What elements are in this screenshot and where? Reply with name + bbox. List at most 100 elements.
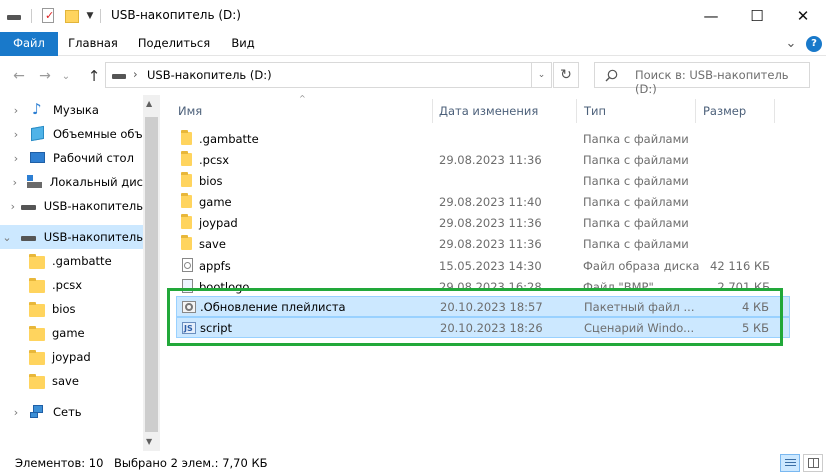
back-arrow-icon: ← <box>13 68 25 84</box>
folder-icon <box>28 301 46 317</box>
properties-icon[interactable]: ✓ <box>40 7 58 25</box>
file-date: 15.05.2023 14:30 <box>439 258 542 273</box>
file-date: 29.08.2023 11:36 <box>439 215 542 230</box>
divider <box>31 9 32 23</box>
file-row[interactable]: save 29.08.2023 11:36 Папка с файлами <box>176 233 790 254</box>
folder-icon <box>181 172 195 187</box>
scroll-up-icon[interactable]: ▲ <box>146 99 152 108</box>
sidebar-item[interactable]: bios <box>0 297 143 321</box>
breadcrumb-item[interactable]: USB-накопитель (D:) <box>147 68 272 82</box>
search-box[interactable]: Поиск в: USB-накопитель (D:) <box>594 62 810 96</box>
scroll-down-icon[interactable]: ▼ <box>146 437 152 446</box>
folder-icon <box>28 373 46 389</box>
column-divider[interactable] <box>695 99 696 123</box>
chevron-right-icon[interactable]: › <box>9 200 17 213</box>
maximize-icon: ☐ <box>750 7 764 25</box>
file-row[interactable]: joypad 29.08.2023 11:36 Папка с файлами <box>176 212 790 233</box>
file-name: appfs <box>199 258 231 273</box>
expand-ribbon-icon[interactable]: ⌄ <box>782 32 800 56</box>
file-name: .gambatte <box>199 131 259 146</box>
file-name: save <box>199 236 226 251</box>
recent-locations-button[interactable]: ⌄ <box>59 66 73 86</box>
details-view-icon <box>785 459 796 468</box>
tab-share[interactable]: Поделиться <box>134 32 214 56</box>
tab-view[interactable]: Вид <box>226 32 260 56</box>
back-button[interactable]: ← <box>9 66 29 86</box>
new-folder-icon[interactable] <box>64 7 82 25</box>
folder-icon <box>181 130 195 145</box>
divider <box>100 9 101 23</box>
chevron-right-icon[interactable]: › <box>9 176 21 189</box>
tab-home[interactable]: Главная <box>62 32 124 56</box>
file-size: 42 116 КБ <box>710 258 770 273</box>
sidebar-item[interactable]: › Рабочий стол <box>0 146 143 170</box>
customize-quick-access-icon[interactable]: ▼ <box>84 7 96 25</box>
chevron-right-icon[interactable]: › <box>9 406 23 419</box>
file-row[interactable]: game 29.08.2023 11:40 Папка с файлами <box>176 191 790 212</box>
up-arrow-icon: ↑ <box>87 67 101 85</box>
file-type: Папка с файлами <box>583 236 689 251</box>
refresh-icon: ↻ <box>560 67 572 83</box>
sidebar-item-label: Сеть <box>53 405 82 419</box>
sidebar-item-label: Музыка <box>53 103 99 117</box>
address-history-button[interactable]: ⌄ <box>531 62 552 88</box>
sidebar-item-label: joypad <box>52 350 91 364</box>
sidebar-item[interactable]: › ♪ Музыка <box>0 98 143 122</box>
sort-ascending-icon: ^ <box>299 94 306 103</box>
sidebar-item-label: .pcsx <box>52 278 83 292</box>
refresh-button[interactable]: ↻ <box>553 62 579 88</box>
sidebar-item[interactable]: save <box>0 369 143 393</box>
file-date: 29.08.2023 11:40 <box>439 194 542 209</box>
sidebar-item[interactable]: .gambatte <box>0 249 143 273</box>
folder-icon <box>181 151 195 166</box>
file-date: 29.08.2023 11:36 <box>439 152 542 167</box>
chevron-right-icon[interactable]: › <box>9 128 23 141</box>
column-divider[interactable] <box>576 99 577 123</box>
column-header-size[interactable]: Размер <box>703 99 746 123</box>
sidebar-item-label: USB-накопитель <box>43 230 143 244</box>
column-header-name[interactable]: Имя <box>178 99 202 123</box>
selection-info: Выбрано 2 элем.: 7,70 КБ <box>114 456 268 470</box>
sidebar-item-label: Рабочий стол <box>53 151 134 165</box>
sidebar-item[interactable]: › Локальный дис <box>0 170 143 194</box>
chevron-down-icon: ⌄ <box>537 70 546 80</box>
close-button[interactable]: ✕ <box>780 0 826 32</box>
sidebar-item[interactable]: › Объемные объ <box>0 122 143 146</box>
forward-button[interactable]: → <box>35 66 55 86</box>
tab-file[interactable]: Файл <box>0 32 58 56</box>
minimize-button[interactable]: — <box>688 0 734 32</box>
maximize-button[interactable]: ☐ <box>734 0 780 32</box>
file-row[interactable]: .gambatte Папка с файлами <box>176 128 790 149</box>
details-view-button[interactable] <box>780 454 800 472</box>
navigation-pane: › ♪ Музыка › Объемные объ › Рабочий стол › Локал… <box>0 95 160 451</box>
large-icons-view-button[interactable] <box>803 454 823 472</box>
sidebar-item[interactable]: ⌄ USB-накопитель <box>0 225 143 249</box>
column-header-date[interactable]: Дата изменения <box>439 99 538 123</box>
sidebar-item-label: USB-накопитель <box>43 199 143 213</box>
sidebar-item[interactable]: › USB-накопитель <box>0 194 143 218</box>
scrollbar-thumb[interactable] <box>145 117 158 432</box>
sidebar-item[interactable]: .pcsx <box>0 273 143 297</box>
window-title: USB-накопитель (D:) <box>111 8 241 22</box>
sidebar-item[interactable]: game <box>0 321 143 345</box>
file-name: bios <box>199 173 223 188</box>
file-type: Папка с файлами <box>583 152 689 167</box>
column-header-type[interactable]: Тип <box>584 99 606 123</box>
file-row[interactable]: appfs 15.05.2023 14:30 Файл образа диска 42… <box>176 255 790 276</box>
chevron-down-icon: ⌄ <box>61 70 71 82</box>
search-placeholder[interactable]: Поиск в: USB-накопитель (D:) <box>635 68 809 96</box>
sidebar-item[interactable]: › Сеть <box>0 400 143 424</box>
item-count: Элементов: 10 <box>15 456 104 470</box>
up-button[interactable]: ↑ <box>84 66 104 86</box>
file-row[interactable]: .pcsx 29.08.2023 11:36 Папка с файлами <box>176 149 790 170</box>
sidebar-item[interactable]: joypad <box>0 345 143 369</box>
chevron-down-icon[interactable]: ⌄ <box>0 231 14 244</box>
address-bar[interactable]: › USB-накопитель (D:) <box>105 62 552 88</box>
chevron-right-icon[interactable]: › <box>9 104 23 117</box>
usb-drive-icon <box>20 229 38 245</box>
file-row[interactable]: bios Папка с файлами <box>176 170 790 191</box>
help-icon[interactable]: ? <box>806 36 822 52</box>
chevron-right-icon[interactable]: › <box>9 152 23 165</box>
column-divider[interactable] <box>432 99 433 123</box>
column-divider[interactable] <box>774 99 775 123</box>
